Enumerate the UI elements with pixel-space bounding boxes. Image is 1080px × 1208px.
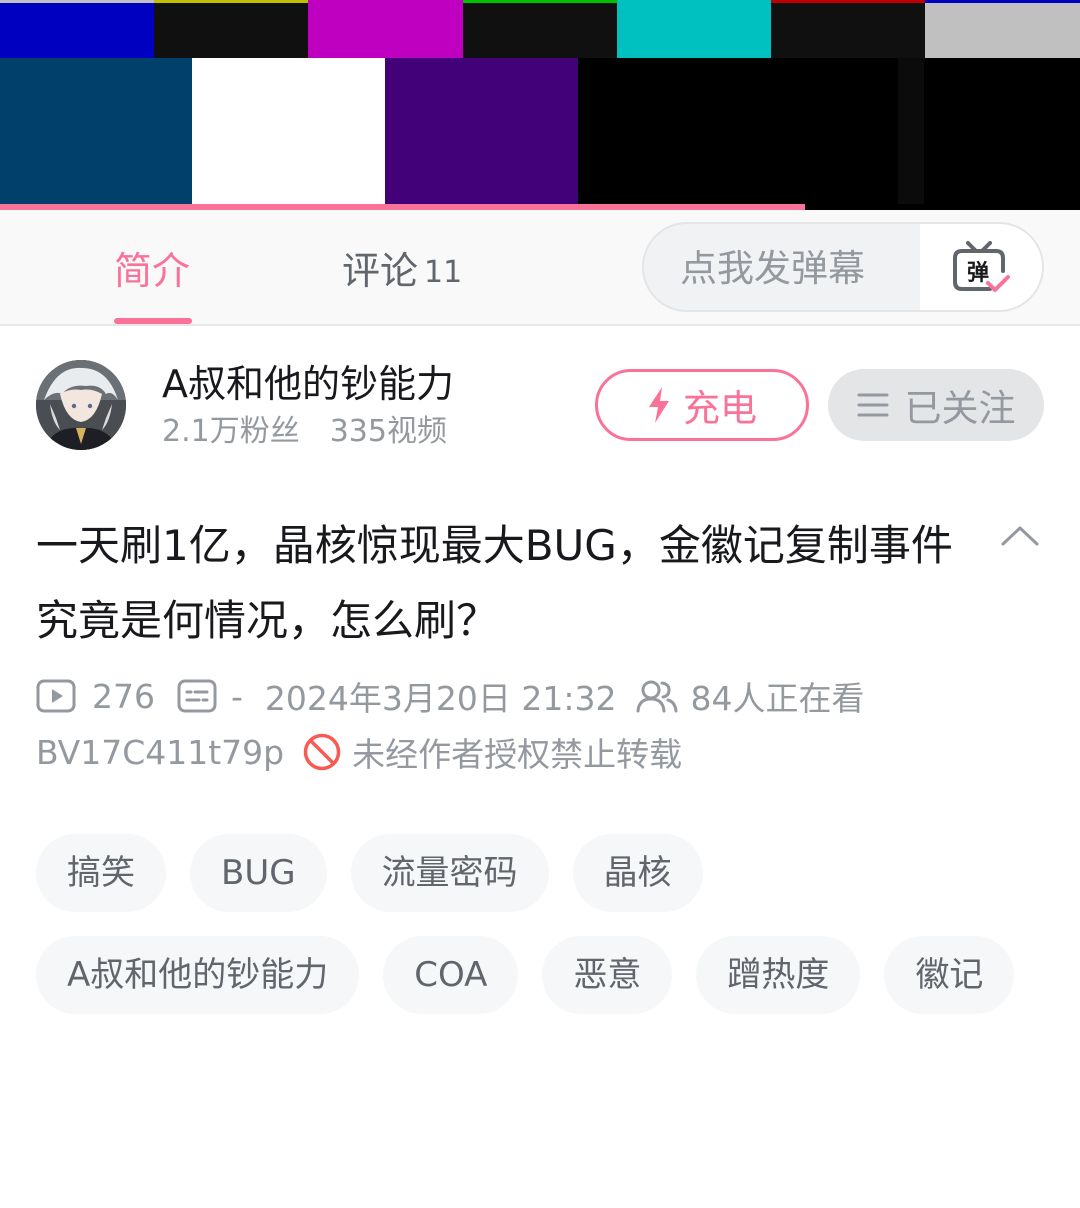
tag-chip[interactable]: 蹭热度: [696, 936, 861, 1014]
test-pattern-top-1: [0, 0, 154, 58]
video-title: 一天刷1亿，晶核惊现最大BUG，金徽记复制事件究竟是何情况，怎么刷？: [36, 521, 953, 645]
test-pattern-bottom-7: [924, 58, 1080, 204]
charge-label: 充电: [683, 387, 757, 430]
tag-chip[interactable]: A叔和他的钞能力: [36, 936, 360, 1014]
uploader-videos: 335视频: [329, 414, 447, 449]
test-pattern-top-6: [771, 0, 925, 58]
tag-chip[interactable]: 恶意: [542, 936, 673, 1014]
watching-count: 84人正在看: [690, 679, 865, 718]
avatar-image: [36, 360, 126, 450]
uploader-stats: 2.1万粉丝 335视频: [162, 412, 447, 452]
tag-list: 搞笑 BUG 流量密码 晶核 A叔和他的钞能力 COA 恶意 蹭热度 徽记: [36, 834, 1044, 1014]
danmaku-placeholder: 点我发弹幕: [680, 247, 865, 290]
uploader-avatar[interactable]: [36, 360, 126, 450]
danmaku-count: -: [231, 676, 243, 716]
publish-time: 2024年3月20日 21:32: [264, 679, 617, 718]
tag-chip[interactable]: 流量密码: [350, 834, 549, 912]
menu-icon: [857, 393, 888, 417]
chevron-up-icon: [1001, 526, 1039, 546]
viewers-icon: [636, 679, 678, 713]
tab-active-indicator: [114, 318, 192, 324]
video-meta: 276 - 2024年3月20日 21:32 84人正在看: [36, 672, 864, 720]
comments-count: 11: [424, 255, 463, 290]
tab-intro[interactable]: 简介: [114, 246, 190, 296]
tag-chip[interactable]: BUG: [190, 834, 327, 912]
follow-button[interactable]: 已关注: [828, 369, 1044, 441]
test-pattern-bottom-5: [874, 58, 898, 204]
play-count: 276: [92, 676, 155, 716]
tab-bar: 简介 评论 11 点我发弹幕 弹: [0, 210, 1080, 326]
prohibit-icon: [302, 732, 342, 772]
test-pattern-top-4: [463, 0, 617, 58]
tag-chip[interactable]: COA: [383, 936, 519, 1014]
tab-intro-label: 简介: [114, 249, 191, 293]
test-pattern-top-5: [617, 0, 771, 58]
copyright-notice: 未经作者授权禁止转载: [352, 735, 683, 774]
test-pattern-bottom-3: [385, 58, 578, 204]
tag-chip[interactable]: 徽记: [884, 936, 1015, 1014]
test-pattern-bottom-2: [192, 58, 385, 204]
test-pattern-top-7: [925, 0, 1080, 58]
test-pattern-top-2: [154, 0, 308, 58]
uploader-fans: 2.1万粉丝: [162, 414, 300, 449]
test-pattern-bottom-4: [578, 58, 874, 204]
danmaku-input[interactable]: 点我发弹幕 弹: [642, 222, 1044, 312]
danmaku-settings-button[interactable]: 弹: [920, 224, 1042, 310]
test-pattern-top-3: [308, 0, 463, 58]
collapse-button[interactable]: [996, 516, 1044, 556]
danmaku-tv-icon: 弹: [953, 241, 1010, 292]
svg-text:弹: 弹: [967, 261, 989, 286]
video-player[interactable]: [0, 0, 1080, 210]
tab-comments-label: 评论: [342, 249, 419, 293]
test-pattern-bottom-1: [0, 58, 192, 204]
video-meta-secondary: BV17C411t79p 未经作者授权禁止转载: [36, 728, 682, 776]
follow-label: 已关注: [904, 387, 1016, 430]
uploader-name[interactable]: A叔和他的钞能力: [162, 358, 454, 410]
charge-button[interactable]: 充电: [595, 369, 809, 441]
lightning-icon: [649, 387, 669, 423]
play-count-icon: [36, 679, 76, 713]
tag-chip[interactable]: 搞笑: [36, 834, 166, 912]
tag-chip[interactable]: 晶核: [572, 834, 703, 912]
danmaku-count-icon: [177, 679, 217, 713]
test-pattern-bottom-6: [898, 58, 924, 204]
tab-comments[interactable]: 评论 11: [342, 246, 462, 300]
bvid[interactable]: BV17C411t79p: [36, 733, 284, 772]
